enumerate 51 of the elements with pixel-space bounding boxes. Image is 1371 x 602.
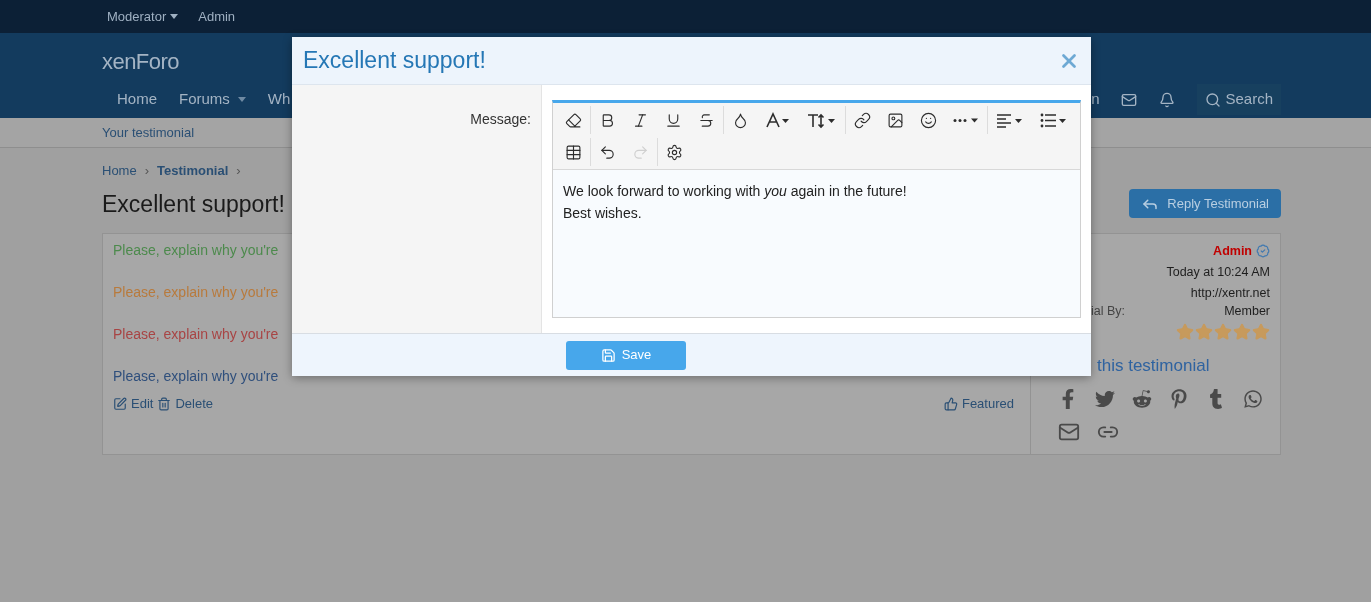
nav-tab[interactable]: Forums: [179, 88, 246, 111]
edit-icon: [113, 396, 127, 411]
whatsapp-icon[interactable]: [1243, 388, 1263, 409]
breadcrumb-separator: ›: [144, 162, 150, 180]
save-icon: [600, 347, 616, 363]
star-icon: [1233, 323, 1251, 341]
search-link[interactable]: Search: [1197, 84, 1281, 115]
page-title: Excellent support!: [102, 189, 285, 219]
reddit-icon[interactable]: [1132, 388, 1152, 409]
breadcrumb-link[interactable]: Testimonial: [157, 161, 229, 181]
breadcrumb-link[interactable]: Home: [102, 161, 137, 181]
breadcrumb-separator: ›: [236, 162, 241, 180]
testimonial-text: Please, explain why you're: [113, 241, 279, 260]
verified-icon: [1256, 244, 1270, 259]
editor[interactable]: We look forward to working with you again in the future! Best wishes.: [552, 100, 1081, 318]
star-icon: [1252, 323, 1270, 341]
caret-icon: [237, 97, 246, 102]
sub-nav-link[interactable]: Your testimonial: [102, 122, 194, 143]
modal-title: Excellent support!: [303, 46, 486, 76]
nav-tab[interactable]: Wh: [267, 88, 291, 111]
search-icon: [1205, 91, 1222, 108]
delete-link[interactable]: Delete: [157, 394, 213, 414]
author-name[interactable]: Admin: [1213, 242, 1252, 261]
star-icon: [1176, 323, 1194, 341]
value: Member: [1224, 303, 1270, 321]
share-title: this testimonial: [1096, 355, 1211, 377]
trash-icon: [157, 396, 172, 411]
testimonial-text: Please, explain why you're: [113, 325, 279, 344]
website: http://xentr.net: [1190, 284, 1270, 302]
nav-tab[interactable]: n: [1091, 88, 1100, 111]
testimonial-text: Please, explain why you're: [113, 283, 279, 302]
save-button[interactable]: Save: [566, 340, 686, 370]
star-icon: [1195, 323, 1213, 341]
featured-link[interactable]: Featured: [943, 394, 1014, 414]
mail-icon[interactable]: [1121, 91, 1138, 108]
bird-icon[interactable]: [1095, 388, 1115, 409]
top-bar-link[interactable]: Admin: [198, 6, 236, 27]
reply-button[interactable]: Reply Testimonial: [1129, 189, 1281, 219]
bell-icon[interactable]: [1159, 91, 1176, 108]
nav-tab[interactable]: Home: [117, 88, 157, 111]
edit-link[interactable]: Edit: [113, 394, 154, 414]
top-bar-link[interactable]: Moderator: [107, 6, 179, 27]
thumbs-up-icon: [943, 396, 958, 411]
star-icon: [1214, 323, 1232, 341]
label: ial By:: [1091, 303, 1126, 321]
date: Today at 10:24 AM: [1166, 263, 1270, 281]
caret-icon: [170, 14, 179, 19]
pinterest-icon[interactable]: [1169, 388, 1189, 409]
field-label: Message:: [470, 110, 531, 129]
message-text: We look forward to working with you again in the future! Best wishes.: [553, 170, 1080, 317]
testimonial-text: Please, explain why you're: [113, 367, 279, 386]
